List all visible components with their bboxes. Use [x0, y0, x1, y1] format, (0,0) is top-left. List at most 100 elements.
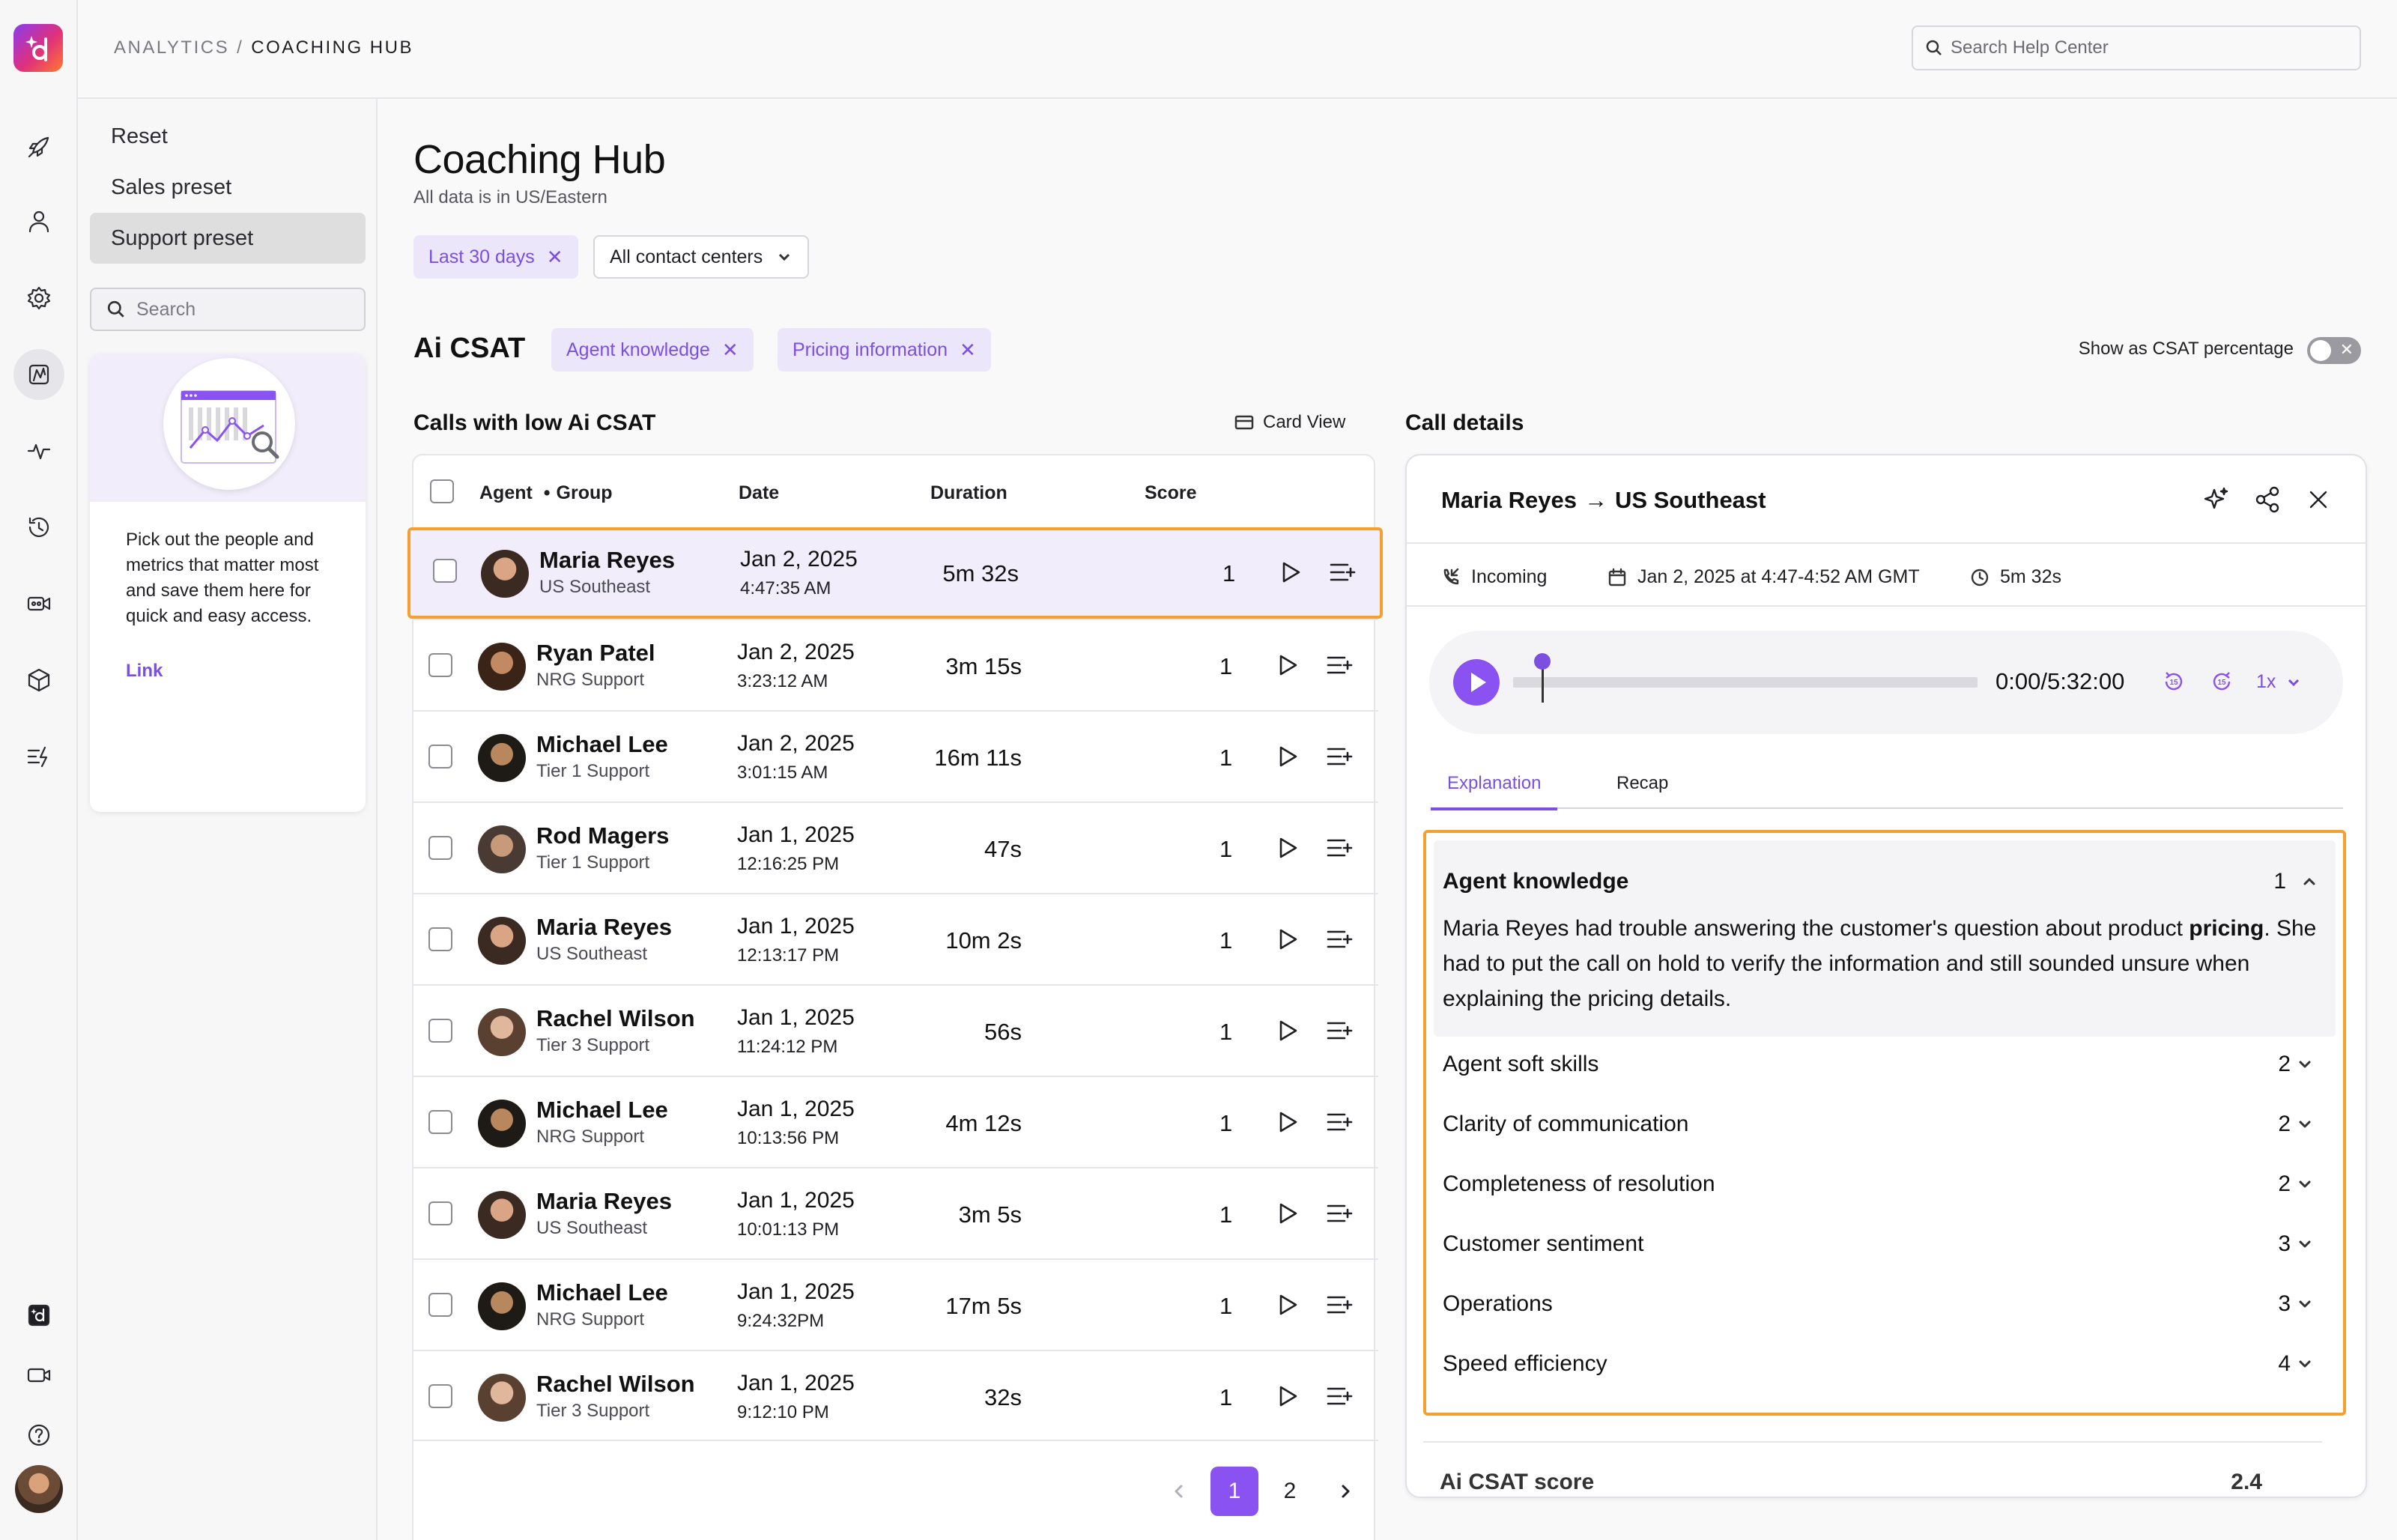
- table-row[interactable]: Michael Lee NRG Support Jan 1, 2025 10:1…: [412, 1076, 1378, 1167]
- nav-activity-icon[interactable]: [13, 425, 64, 476]
- add-to-queue-icon[interactable]: [1326, 1110, 1353, 1134]
- table-row[interactable]: Michael Lee Tier 1 Support Jan 2, 2025 3…: [412, 710, 1378, 801]
- play-button[interactable]: [1453, 659, 1500, 706]
- preset-search-box[interactable]: [90, 288, 366, 331]
- close-icon[interactable]: ✕: [722, 339, 739, 362]
- ai-sparkle-icon[interactable]: [2201, 484, 2232, 515]
- contact-centers-dropdown[interactable]: All contact centers: [593, 235, 810, 279]
- chevron-down-icon[interactable]: [2297, 1356, 2313, 1372]
- nav-dialpad-icon[interactable]: [13, 1290, 64, 1341]
- add-to-queue-icon[interactable]: [1326, 653, 1353, 677]
- nav-settings-icon[interactable]: [13, 273, 64, 324]
- preset-reset[interactable]: Reset: [90, 111, 366, 162]
- play-icon[interactable]: [1273, 1200, 1300, 1227]
- add-to-queue-icon[interactable]: [1326, 1019, 1353, 1043]
- filter-chip-agent-knowledge[interactable]: Agent knowledge ✕: [551, 328, 754, 372]
- nav-flow-icon[interactable]: [13, 731, 64, 782]
- filter-chip-pricing-information[interactable]: Pricing information ✕: [778, 328, 991, 372]
- nav-help-icon[interactable]: [13, 1410, 64, 1461]
- table-row[interactable]: Maria Reyes US Southeast Jan 2, 2025 4:4…: [407, 527, 1383, 619]
- row-checkbox[interactable]: [428, 1201, 452, 1225]
- tab-recap[interactable]: Recap: [1616, 773, 1668, 807]
- column-agent[interactable]: Agent • Group: [479, 482, 613, 504]
- prev-page-button[interactable]: [1155, 1467, 1203, 1516]
- row-checkbox[interactable]: [428, 745, 452, 769]
- add-to-queue-icon[interactable]: [1326, 836, 1353, 860]
- preset-search-input[interactable]: [136, 298, 346, 321]
- close-icon[interactable]: [2303, 484, 2334, 515]
- card-view-button[interactable]: Card View: [1234, 412, 1345, 433]
- play-icon[interactable]: [1276, 559, 1303, 586]
- add-to-queue-icon[interactable]: [1326, 745, 1353, 769]
- row-checkbox[interactable]: [428, 1384, 452, 1408]
- table-row[interactable]: Maria Reyes US Southeast Jan 1, 2025 10:…: [412, 1167, 1378, 1258]
- chevron-down-icon[interactable]: [2297, 1296, 2313, 1312]
- row-checkbox[interactable]: [428, 1293, 452, 1317]
- row-checkbox[interactable]: [428, 836, 452, 860]
- row-checkbox[interactable]: [428, 1019, 452, 1043]
- play-icon[interactable]: [1273, 1109, 1300, 1136]
- skip-forward-15-icon[interactable]: 15: [2208, 668, 2235, 695]
- preset-support[interactable]: Support preset: [90, 213, 366, 264]
- csat-percentage-toggle[interactable]: ✕: [2307, 337, 2361, 364]
- close-icon[interactable]: ✕: [547, 246, 563, 269]
- add-to-queue-icon[interactable]: [1326, 1201, 1353, 1225]
- page-1-button[interactable]: 1: [1210, 1467, 1258, 1516]
- skip-back-15-icon[interactable]: 15: [2160, 668, 2187, 695]
- table-row[interactable]: Michael Lee NRG Support Jan 1, 2025 9:24…: [412, 1258, 1378, 1350]
- audio-progress-track[interactable]: [1513, 677, 1978, 688]
- add-to-queue-icon[interactable]: [1326, 927, 1353, 951]
- date-filter-chip[interactable]: Last 30 days ✕: [413, 235, 578, 279]
- close-icon[interactable]: ✕: [960, 339, 976, 362]
- chevron-down-icon[interactable]: [2297, 1176, 2313, 1192]
- play-icon[interactable]: [1273, 1017, 1300, 1044]
- user-avatar[interactable]: [15, 1465, 63, 1513]
- nav-video-icon[interactable]: [13, 578, 64, 629]
- chevron-down-icon[interactable]: [2297, 1116, 2313, 1133]
- select-all-checkbox[interactable]: [430, 479, 454, 503]
- next-page-button[interactable]: [1321, 1467, 1369, 1516]
- nav-camera-icon[interactable]: [13, 1350, 64, 1401]
- table-row[interactable]: Maria Reyes US Southeast Jan 1, 2025 12:…: [412, 893, 1378, 984]
- nav-analytics-icon[interactable]: [13, 349, 64, 400]
- row-checkbox[interactable]: [428, 927, 452, 951]
- chevron-down-icon[interactable]: [2297, 1056, 2313, 1073]
- row-checkbox[interactable]: [428, 653, 452, 677]
- add-to-queue-icon[interactable]: [1329, 560, 1356, 584]
- row-checkbox[interactable]: [433, 559, 457, 583]
- play-icon[interactable]: [1273, 926, 1300, 953]
- play-icon[interactable]: [1273, 743, 1300, 770]
- table-row[interactable]: Rachel Wilson Tier 3 Support Jan 1, 2025…: [412, 1350, 1378, 1441]
- nav-box-icon[interactable]: [13, 655, 64, 706]
- add-to-queue-icon[interactable]: [1326, 1384, 1353, 1408]
- table-row[interactable]: Ryan Patel NRG Support Jan 2, 2025 3:23:…: [412, 619, 1378, 710]
- play-icon[interactable]: [1273, 652, 1300, 679]
- help-search-box[interactable]: [1912, 25, 2361, 70]
- nav-history-icon[interactable]: [13, 502, 64, 553]
- breadcrumb-parent[interactable]: ANALYTICS: [114, 37, 229, 58]
- promo-link[interactable]: Link: [126, 661, 163, 682]
- chevron-down-icon[interactable]: [2297, 1236, 2313, 1252]
- column-date[interactable]: Date: [739, 482, 779, 504]
- nav-person-icon[interactable]: [13, 196, 64, 247]
- share-icon[interactable]: [2252, 484, 2283, 515]
- playhead-handle[interactable]: [1534, 653, 1551, 670]
- help-search-input[interactable]: [1951, 37, 2340, 58]
- play-icon[interactable]: [1273, 1383, 1300, 1410]
- app-logo[interactable]: [13, 24, 63, 72]
- nav-rocket-icon[interactable]: [13, 121, 64, 172]
- row-checkbox[interactable]: [428, 1110, 452, 1134]
- criterion-expanded[interactable]: Agent knowledge 1 Maria Reyes had troubl…: [1434, 840, 2336, 1037]
- page-2-button[interactable]: 2: [1266, 1467, 1314, 1516]
- preset-sales[interactable]: Sales preset: [90, 162, 366, 213]
- play-icon[interactable]: [1273, 1291, 1300, 1318]
- add-to-queue-icon[interactable]: [1326, 1293, 1353, 1317]
- table-row[interactable]: Rachel Wilson Tier 3 Support Jan 1, 2025…: [412, 984, 1378, 1076]
- chevron-up-icon[interactable]: [2301, 873, 2318, 890]
- table-row[interactable]: Rod Magers Tier 1 Support Jan 1, 2025 12…: [412, 801, 1378, 893]
- column-duration[interactable]: Duration: [930, 482, 1007, 504]
- playback-speed-select[interactable]: 1x: [2256, 671, 2301, 693]
- column-score[interactable]: Score: [1145, 482, 1196, 504]
- play-icon[interactable]: [1273, 834, 1300, 861]
- tab-explanation[interactable]: Explanation: [1431, 773, 1558, 810]
